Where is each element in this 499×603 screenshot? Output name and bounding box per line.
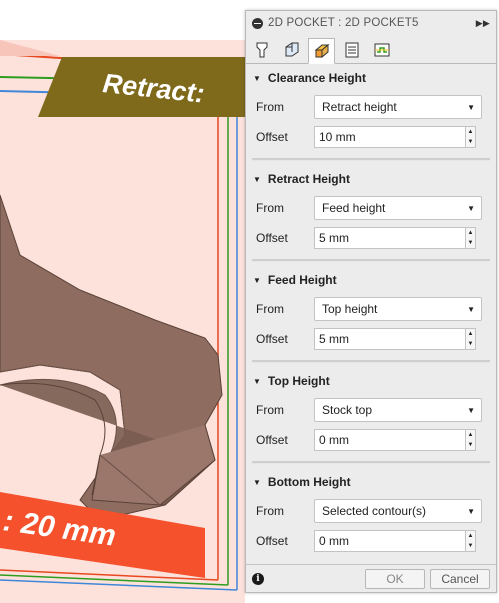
ok-button[interactable]: OK: [365, 568, 425, 589]
dialog-tabs: [246, 35, 496, 64]
section-divider: [252, 158, 490, 161]
field-value: 5 mm: [319, 231, 349, 245]
dropdown-arrow-icon: ▼: [467, 305, 475, 314]
section-feed-height: ▼ Feed Height From Top height ▼ Offset 5 m…: [246, 266, 496, 363]
tab-heights[interactable]: [308, 38, 335, 64]
dialog-titlebar[interactable]: 2D POCKET : 2D POCKET5 ▶▶: [246, 11, 496, 35]
dialog-footer: i OK Cancel: [246, 564, 496, 592]
from-label: From: [256, 403, 284, 417]
dropdown-arrow-icon: ▼: [467, 507, 475, 516]
collapse-triangle-icon[interactable]: ▼: [253, 377, 261, 386]
from-label: From: [256, 100, 284, 114]
expand-icon[interactable]: ▶▶: [476, 18, 490, 29]
from-label: From: [256, 302, 284, 316]
offset-spinner[interactable]: ▲ ▼: [465, 227, 476, 249]
tab-geometry[interactable]: [278, 37, 305, 63]
section-clearance-height: ▼ Clearance Height From Retract height ▼ O…: [246, 64, 496, 161]
feed-offset-field[interactable]: 5 mm ▲ ▼: [314, 328, 476, 350]
section-header-bottom[interactable]: ▼ Bottom Height: [252, 468, 490, 496]
dialog-title: 2D POCKET : 2D POCKET5: [268, 17, 419, 29]
offset-spinner[interactable]: ▲ ▼: [465, 328, 476, 350]
top-from-select[interactable]: Stock top ▼: [314, 398, 482, 422]
feed-from-select[interactable]: Top height ▼: [314, 297, 482, 321]
section-title: Clearance Height: [267, 71, 366, 85]
3d-viewport[interactable]: Retract: : 20 mm: [0, 0, 245, 603]
select-value: Feed height: [322, 201, 386, 215]
top-offset-field[interactable]: 0 mm ▲ ▼: [314, 429, 476, 451]
section-title: Retract Height: [267, 172, 350, 186]
offset-label: Offset: [256, 231, 288, 245]
select-value: Retract height: [322, 100, 397, 114]
clearance-offset-field[interactable]: 10 mm ▲ ▼: [314, 126, 476, 148]
dropdown-arrow-icon: ▼: [467, 406, 475, 415]
tool-tab-icon: [256, 42, 267, 58]
linking-tab-icon: [374, 43, 389, 57]
select-value: Stock top: [322, 403, 373, 417]
tab-passes[interactable]: [338, 37, 365, 63]
section-divider: [252, 259, 490, 262]
offset-label: Offset: [256, 534, 288, 548]
section-divider: [252, 461, 490, 464]
collapse-triangle-icon[interactable]: ▼: [253, 175, 261, 184]
section-retract-height: ▼ Retract Height From Feed height ▼ Offset…: [246, 165, 496, 262]
field-value: 0 mm: [319, 534, 349, 548]
section-title: Feed Height: [267, 273, 337, 287]
collapse-triangle-icon[interactable]: ▼: [253, 276, 261, 285]
section-header-clearance[interactable]: ▼ Clearance Height: [252, 64, 490, 92]
section-header-top[interactable]: ▼ Top Height: [252, 367, 490, 395]
section-top-height: ▼ Top Height From Stock top ▼ Offset 0 mm ▲…: [246, 367, 496, 464]
bottom-from-select[interactable]: Selected contour(s) ▼: [314, 499, 482, 523]
retract-offset-field[interactable]: 5 mm ▲ ▼: [314, 227, 476, 249]
bottom-offset-field[interactable]: 0 mm ▲ ▼: [314, 530, 476, 552]
section-divider: [252, 360, 490, 363]
collapse-triangle-icon[interactable]: ▼: [253, 74, 261, 83]
select-value: Selected contour(s): [322, 504, 427, 518]
offset-label: Offset: [256, 130, 288, 144]
offset-spinner[interactable]: ▲ ▼: [465, 126, 476, 148]
passes-tab-icon: [345, 42, 358, 58]
clearance-from-select[interactable]: Retract height ▼: [314, 95, 482, 119]
offset-spinner[interactable]: ▲ ▼: [465, 530, 476, 552]
collapse-triangle-icon[interactable]: ▼: [253, 478, 261, 487]
from-label: From: [256, 504, 284, 518]
dropdown-arrow-icon: ▼: [467, 204, 475, 213]
offset-spinner[interactable]: ▲ ▼: [465, 429, 476, 451]
section-title: Bottom Height: [267, 475, 351, 489]
dropdown-arrow-icon: ▼: [467, 103, 475, 112]
info-icon[interactable]: i: [252, 572, 264, 585]
section-header-feed[interactable]: ▼ Feed Height: [252, 266, 490, 294]
offset-label: Offset: [256, 332, 288, 346]
retract-from-select[interactable]: Feed height ▼: [314, 196, 482, 220]
tab-tool[interactable]: [248, 37, 275, 63]
offset-label: Offset: [256, 433, 288, 447]
geometry-tab-icon: [285, 42, 298, 57]
cancel-button[interactable]: Cancel: [430, 568, 490, 589]
collapse-icon[interactable]: [252, 17, 263, 29]
field-value: 5 mm: [319, 332, 349, 346]
heights-tab-icon: [314, 43, 329, 59]
section-bottom-height: ▼ Bottom Height From Selected contour(s) ▼…: [246, 468, 496, 556]
select-value: Top height: [322, 302, 378, 316]
section-title: Top Height: [267, 374, 330, 388]
field-value: 0 mm: [319, 433, 349, 447]
2d-pocket-dialog: 2D POCKET : 2D POCKET5 ▶▶ ▼ Clearance Hei…: [245, 10, 497, 593]
from-label: From: [256, 201, 284, 215]
section-header-retract[interactable]: ▼ Retract Height: [252, 165, 490, 193]
tab-linking[interactable]: [368, 37, 395, 63]
field-value: 10 mm: [319, 130, 356, 144]
